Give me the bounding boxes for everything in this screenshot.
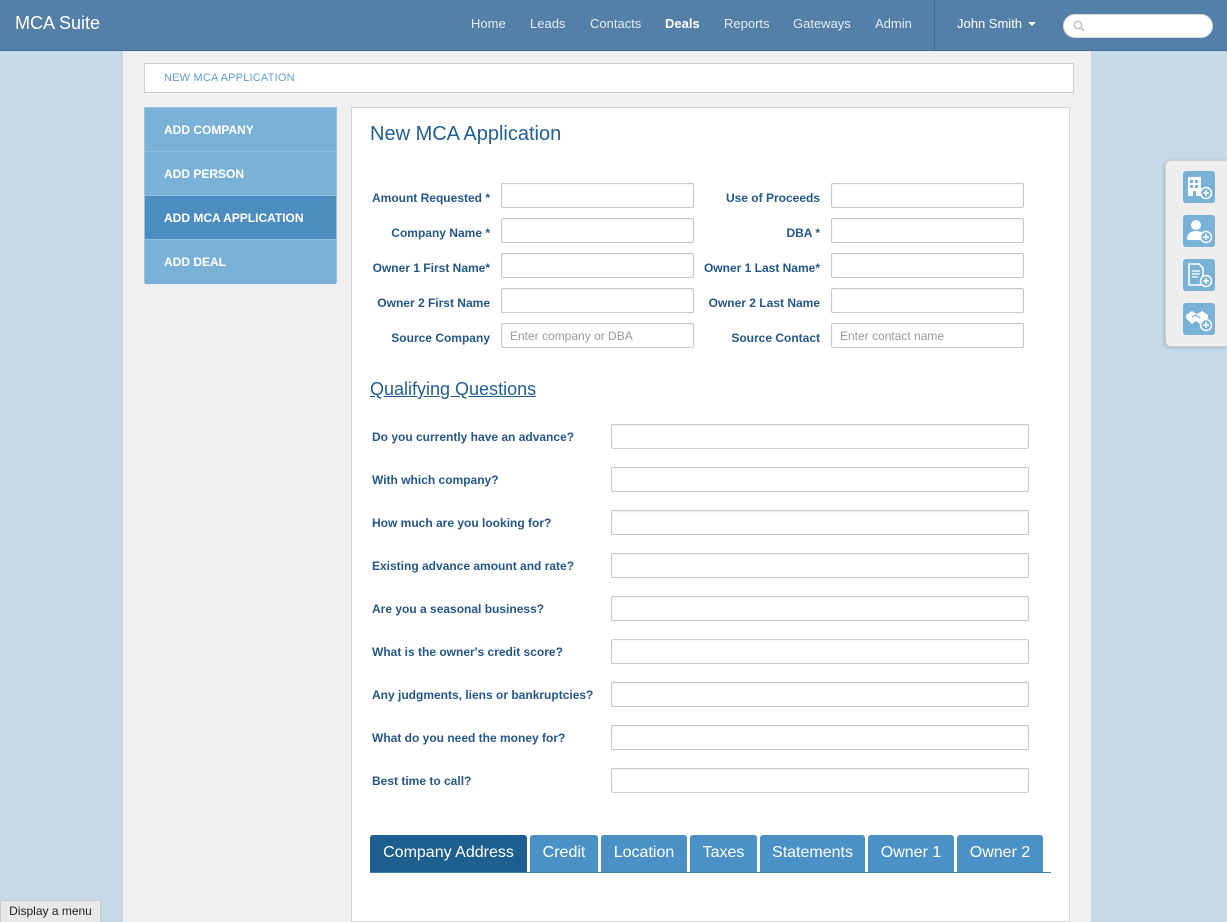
dba-input[interactable] xyxy=(831,218,1024,243)
user-menu[interactable]: John Smith xyxy=(957,16,1037,31)
question-input-which-company[interactable] xyxy=(611,467,1029,492)
question-input-existing-advance[interactable] xyxy=(611,553,1029,578)
add-application-icon xyxy=(1188,263,1213,288)
nav-reports[interactable]: Reports xyxy=(724,16,770,31)
question-input-best-time[interactable] xyxy=(611,768,1029,793)
page-title: New MCA Application xyxy=(370,123,562,145)
top-navbar: MCA Suite Home Leads Contacts Deals Repo… xyxy=(0,0,1227,51)
company-name-label: Company Name * xyxy=(391,226,490,240)
qualifying-questions-heading: Qualifying Questions xyxy=(370,379,537,399)
side-item-add-company[interactable]: ADD COMPANY xyxy=(145,108,336,152)
add-deal-button[interactable] xyxy=(1183,303,1215,335)
owner1-last-name-label: Owner 1 Last Name* xyxy=(703,261,820,275)
question-label: Best time to call? xyxy=(372,774,472,788)
section-tabs: Company Address Credit Location Taxes St… xyxy=(370,835,1051,873)
question-label: With which company? xyxy=(372,473,499,487)
question-label: What is the owner's credit score? xyxy=(372,645,563,659)
nav-divider xyxy=(934,0,935,51)
question-label: Any judgments, liens or bankruptcies? xyxy=(372,688,594,702)
owner1-first-name-label: Owner 1 First Name* xyxy=(372,261,490,275)
tab-credit[interactable]: Credit xyxy=(530,835,598,872)
owner2-first-name-label: Owner 2 First Name xyxy=(377,296,490,310)
side-item-add-person[interactable]: ADD PERSON xyxy=(145,152,336,196)
owner2-last-name-label: Owner 2 Last Name xyxy=(708,296,820,310)
quick-add-toolbar xyxy=(1165,160,1227,347)
question-label: Do you currently have an advance? xyxy=(372,430,575,444)
user-name: John Smith xyxy=(957,16,1023,31)
add-company-button[interactable] xyxy=(1183,171,1215,203)
tab-owner-1[interactable]: Owner 1 xyxy=(868,835,954,872)
question-label: Existing advance amount and rate? xyxy=(372,559,575,573)
display-menu-button[interactable]: Display a menu xyxy=(0,900,101,922)
tab-company-address[interactable]: Company Address xyxy=(370,835,527,872)
tab-taxes[interactable]: Taxes xyxy=(690,835,757,872)
add-deal-icon xyxy=(1186,311,1213,332)
nav-contacts[interactable]: Contacts xyxy=(590,16,641,31)
nav-home[interactable]: Home xyxy=(471,16,506,31)
page-container: NEW MCA APPLICATION ADD COMPANY ADD PERS… xyxy=(123,51,1091,922)
owner1-last-name-input[interactable] xyxy=(831,253,1024,278)
question-input-amount-looking-for[interactable] xyxy=(611,510,1029,535)
search-icon xyxy=(1073,20,1085,32)
nav-admin[interactable]: Admin xyxy=(875,16,912,31)
application-form-panel: New MCA Application Amount Requested * U… xyxy=(351,107,1070,922)
use-of-proceeds-input[interactable] xyxy=(831,183,1024,208)
add-application-button[interactable] xyxy=(1183,259,1215,291)
use-of-proceeds-label: Use of Proceeds xyxy=(725,191,820,205)
owner2-last-name-input[interactable] xyxy=(831,288,1024,313)
question-input-judgments[interactable] xyxy=(611,682,1029,707)
search-input[interactable] xyxy=(1063,14,1213,38)
add-company-icon xyxy=(1188,177,1213,200)
source-company-label: Source Company xyxy=(391,331,490,345)
nav-gateways[interactable]: Gateways xyxy=(793,16,851,31)
question-label: Are you a seasonal business? xyxy=(372,602,545,616)
tab-statements[interactable]: Statements xyxy=(760,835,865,872)
question-input-current-advance[interactable] xyxy=(611,424,1029,449)
breadcrumb-item[interactable]: NEW MCA APPLICATION xyxy=(164,72,295,84)
nav-deals[interactable]: Deals xyxy=(665,16,700,31)
question-input-seasonal-business[interactable] xyxy=(611,596,1029,621)
question-input-credit-score[interactable] xyxy=(611,639,1029,664)
question-label: How much are you looking for? xyxy=(372,516,552,530)
tab-owner-2[interactable]: Owner 2 xyxy=(957,835,1043,872)
amount-requested-label: Amount Requested * xyxy=(371,191,490,205)
source-contact-input[interactable] xyxy=(831,323,1024,348)
add-person-icon xyxy=(1187,220,1213,244)
question-label: What do you need the money for? xyxy=(372,731,566,745)
dba-label: DBA * xyxy=(786,226,820,240)
app-brand[interactable]: MCA Suite xyxy=(15,13,100,34)
add-person-button[interactable] xyxy=(1183,215,1215,247)
nav-leads[interactable]: Leads xyxy=(530,16,565,31)
source-contact-label: Source Contact xyxy=(731,331,820,345)
question-input-money-for[interactable] xyxy=(611,725,1029,750)
breadcrumb: NEW MCA APPLICATION xyxy=(144,63,1074,93)
tab-location[interactable]: Location xyxy=(601,835,687,872)
caret-down-icon xyxy=(1028,22,1037,26)
